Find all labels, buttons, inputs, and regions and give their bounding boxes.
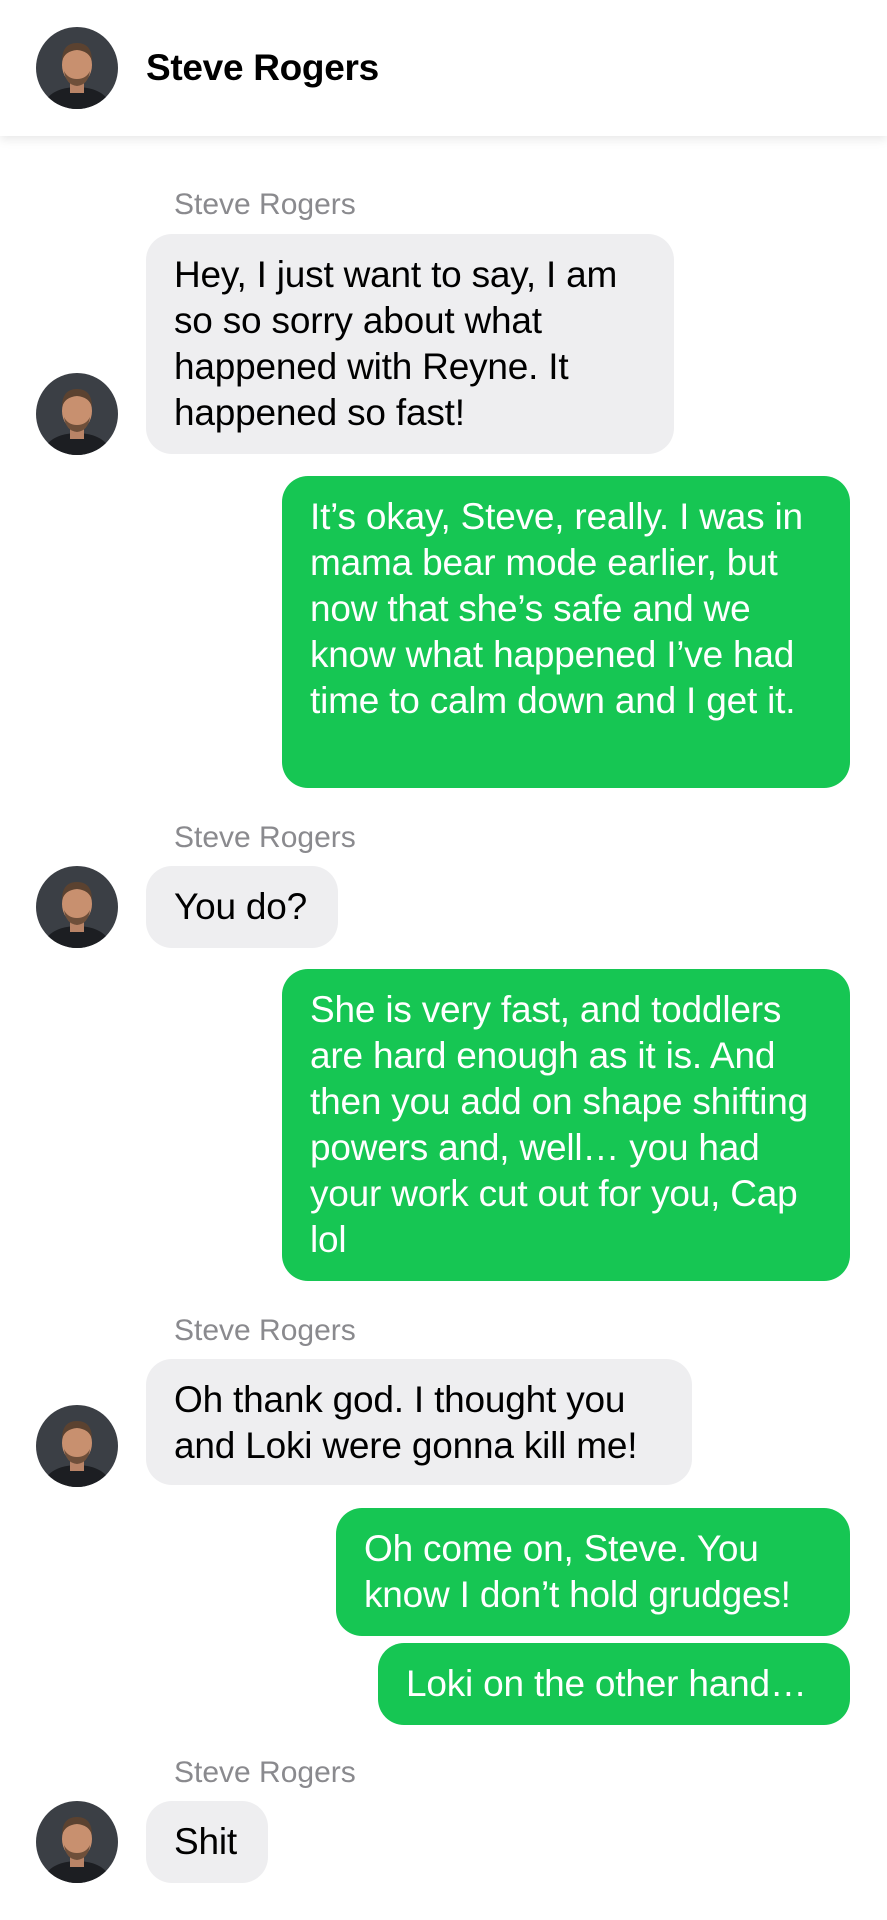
contact-avatar-icon[interactable] [36, 1801, 118, 1883]
contact-avatar-icon[interactable] [36, 866, 118, 948]
outgoing-message-bubble[interactable]: She is very fast, and toddlers are hard … [282, 969, 850, 1281]
contact-avatar-icon[interactable] [36, 373, 118, 455]
sender-label: Steve Rogers [174, 188, 356, 221]
incoming-message-bubble[interactable]: Oh thank god. I thought you and Loki wer… [146, 1359, 692, 1485]
contact-avatar-icon[interactable] [36, 1405, 118, 1487]
contact-avatar-icon[interactable] [36, 27, 118, 109]
sender-label: Steve Rogers [174, 1756, 356, 1789]
outgoing-message-bubble[interactable]: Loki on the other hand… [378, 1643, 850, 1725]
incoming-message-bubble[interactable]: Hey, I just want to say, I am so so sorr… [146, 234, 674, 454]
contact-name: Steve Rogers [146, 47, 379, 88]
outgoing-message-bubble[interactable]: Oh come on, Steve. You know I don’t hold… [336, 1508, 850, 1636]
incoming-message-bubble[interactable]: You do? [146, 866, 338, 948]
incoming-message-bubble[interactable]: Shit [146, 1801, 268, 1883]
sender-label: Steve Rogers [174, 1314, 356, 1347]
chat-header: Steve Rogers [0, 0, 887, 136]
sender-label: Steve Rogers [174, 821, 356, 854]
message-thread: Steve Rogers Hey, I just want to say, I … [0, 0, 887, 1920]
outgoing-message-bubble[interactable]: It’s okay, Steve, really. I was in mama … [282, 476, 850, 788]
